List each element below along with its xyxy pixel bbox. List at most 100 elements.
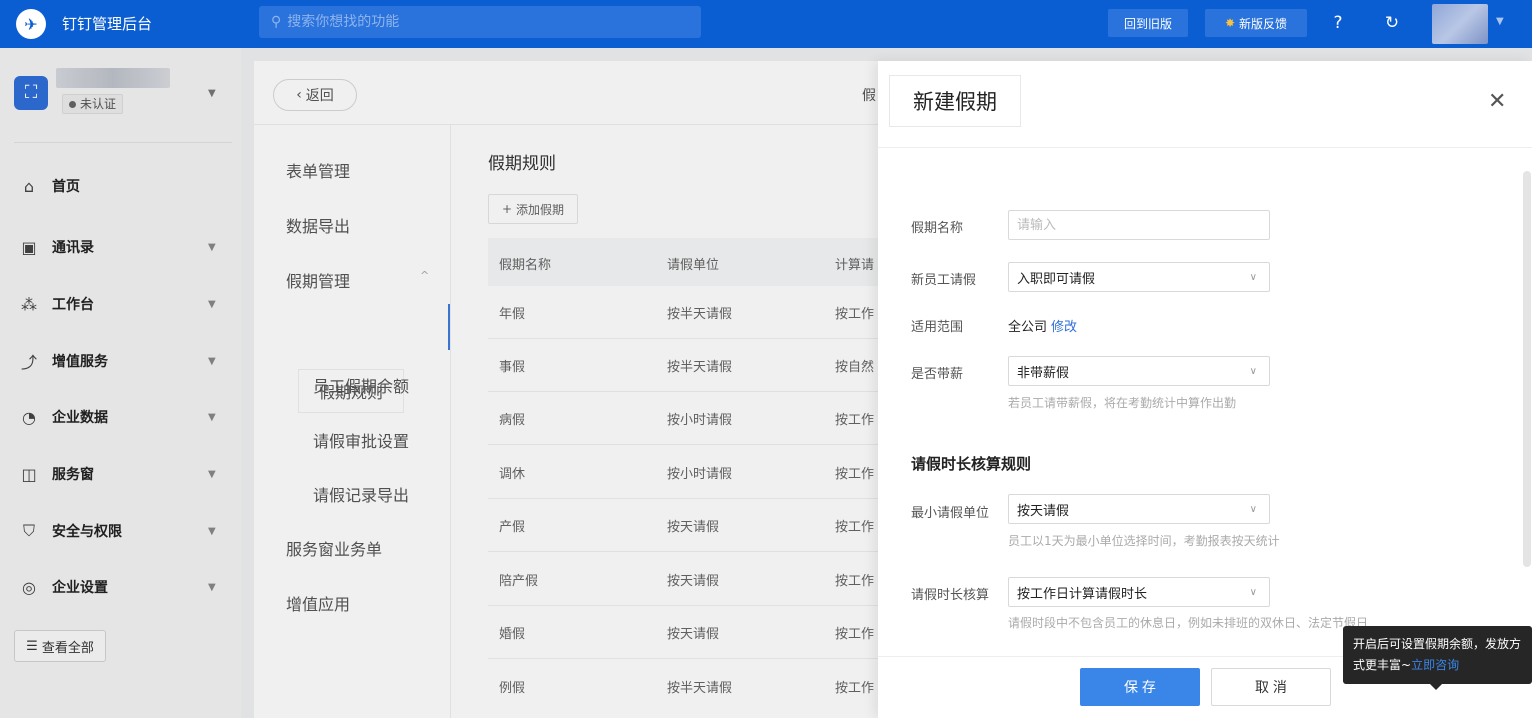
sidebar-item-service-window[interactable]: ◫ 服务窗 ▼ bbox=[0, 454, 241, 494]
sidebar-item-workbench[interactable]: ⁂ 工作台 ▼ bbox=[0, 284, 241, 324]
divider bbox=[14, 142, 232, 143]
new-hire-label: 新员工请假 bbox=[911, 273, 977, 288]
chevron-down-icon: ▼ bbox=[208, 468, 216, 480]
new-hire-select[interactable]: 入职即可请假 ∨ bbox=[1008, 262, 1270, 292]
table-cell: 例假 bbox=[499, 681, 526, 696]
subnav-value-added-apps[interactable]: 增值应用 bbox=[286, 591, 350, 615]
min-unit-hint: 员工以1天为最小单位选择时间，考勤报表按天统计 bbox=[1008, 534, 1280, 548]
support-icon[interactable]: ↻ bbox=[1380, 11, 1404, 35]
subnav-data-export[interactable]: 数据导出 bbox=[286, 213, 350, 237]
home-icon: ⌂ bbox=[23, 176, 35, 196]
leave-name-input[interactable] bbox=[1008, 210, 1270, 240]
feedback-button[interactable]: ✸ 新版反馈 bbox=[1205, 9, 1307, 37]
paid-value: 非带薪假 bbox=[1017, 365, 1070, 381]
chevron-down-icon: ∨ bbox=[1249, 503, 1257, 515]
tooltip-arrow bbox=[1430, 684, 1442, 690]
table-row[interactable]: 事假 按半天请假 按自然 bbox=[488, 339, 894, 392]
sub-navigation: 表单管理 数据导出 假期管理 ^ 假期规则 员工假期余额 请假审批设置 请假记录… bbox=[254, 125, 451, 718]
table-row[interactable]: 病假 按小时请假 按工作 bbox=[488, 392, 894, 445]
calc-select[interactable]: 按工作日计算请假时长 ∨ bbox=[1008, 577, 1270, 607]
min-unit-select[interactable]: 按天请假 ∨ bbox=[1008, 494, 1270, 524]
search-input[interactable] bbox=[287, 14, 668, 30]
scope-edit-link[interactable]: 修改 bbox=[1051, 320, 1077, 335]
min-unit-value: 按天请假 bbox=[1017, 503, 1070, 519]
table-cell: 按工作 bbox=[835, 467, 875, 482]
table-cell: 按小时请假 bbox=[667, 413, 733, 428]
table-row[interactable]: 婚假 按天请假 按工作 bbox=[488, 606, 894, 659]
table-cell: 陪产假 bbox=[499, 574, 539, 589]
chevron-left-icon: ‹ bbox=[296, 87, 302, 103]
shield-icon: ⛉ bbox=[22, 521, 35, 540]
new-leave-drawer: 新建假期 ✕ 假期名称 新员工请假 入职即可请假 ∨ 适用范围 全公司修改 是否… bbox=[878, 61, 1532, 718]
table-cell: 按天请假 bbox=[667, 520, 720, 535]
sidebar-item-value-added[interactable]: ⤴ 增值服务 ▼ bbox=[0, 341, 241, 381]
table-row[interactable]: 调休 按小时请假 按工作 bbox=[488, 446, 894, 499]
sidebar-item-settings[interactable]: ◎ 企业设置 ▼ bbox=[0, 567, 241, 607]
save-button[interactable]: 保 存 bbox=[1080, 668, 1200, 706]
plus-icon: + bbox=[501, 202, 513, 216]
dingtalk-logo-icon[interactable]: ✈ bbox=[16, 9, 46, 39]
upgrade-tooltip: 开启后可设置假期余额，发放方式更丰富~立即咨询 bbox=[1343, 626, 1532, 684]
chevron-down-icon[interactable]: ▼ bbox=[1496, 16, 1504, 27]
table-cell: 按天请假 bbox=[667, 574, 720, 589]
table-cell: 按工作 bbox=[835, 520, 875, 535]
chevron-up-icon[interactable]: ^ bbox=[420, 269, 429, 282]
top-bar: ✈ 钉钉管理后台 ⚲ 回到旧版 ✸ 新版反馈 ? ↻ ▼ bbox=[0, 0, 1532, 48]
table-cell: 按工作 bbox=[835, 413, 875, 428]
subnav-leave-management[interactable]: 假期管理 bbox=[286, 268, 350, 292]
search-box[interactable]: ⚲ bbox=[259, 6, 701, 38]
column-header: 计算请 bbox=[835, 258, 875, 273]
sidebar: ⛶ 未认证 ▼ ⌂ 首页 ▣ 通讯录 ▼ ⁂ 工作台 ▼ ⤴ 增值服务 ▼ ◔ … bbox=[0, 48, 241, 718]
sidebar-item-label: 工作台 bbox=[52, 297, 94, 313]
close-icon[interactable]: ✕ bbox=[1488, 89, 1506, 114]
chevron-down-icon: ▼ bbox=[208, 581, 216, 593]
scope-label: 适用范围 bbox=[911, 320, 964, 335]
trend-icon: ⤴ bbox=[20, 353, 37, 372]
star-icon: ✸ bbox=[1224, 16, 1236, 30]
sidebar-item-security[interactable]: ⛉ 安全与权限 ▼ bbox=[0, 511, 241, 551]
table-row[interactable]: 例假 按半天请假 按工作 bbox=[488, 660, 894, 713]
sidebar-item-contacts[interactable]: ▣ 通讯录 ▼ bbox=[0, 227, 241, 267]
subnav-employee-balance[interactable]: 员工假期余额 bbox=[313, 373, 409, 397]
table-cell: 按工作 bbox=[835, 681, 875, 696]
table-cell: 按自然 bbox=[835, 360, 875, 375]
table-row[interactable]: 年假 按半天请假 按工作 bbox=[488, 286, 894, 339]
sidebar-item-label: 服务窗 bbox=[52, 467, 94, 483]
scrollbar[interactable] bbox=[1523, 171, 1531, 567]
table-cell: 调休 bbox=[499, 467, 526, 482]
subnav-form-management[interactable]: 表单管理 bbox=[286, 158, 350, 182]
sidebar-item-label: 增值服务 bbox=[52, 354, 108, 370]
chevron-down-icon[interactable]: ▼ bbox=[208, 88, 216, 99]
back-label: 返回 bbox=[305, 88, 334, 104]
sidebar-item-label: 安全与权限 bbox=[52, 524, 122, 540]
table-cell: 年假 bbox=[499, 307, 526, 322]
divider bbox=[878, 147, 1532, 148]
table-row[interactable]: 陪产假 按天请假 按工作 bbox=[488, 553, 894, 606]
sidebar-item-home[interactable]: ⌂ 首页 bbox=[0, 166, 241, 206]
column-header: 假期名称 bbox=[499, 258, 552, 273]
chevron-down-icon: ▼ bbox=[208, 241, 216, 253]
leave-name-label: 假期名称 bbox=[911, 221, 964, 236]
paid-label: 是否带薪 bbox=[911, 367, 964, 382]
cancel-button[interactable]: 取 消 bbox=[1211, 668, 1331, 706]
view-all-button[interactable]: ☰ 查看全部 bbox=[14, 630, 106, 662]
table-cell: 按半天请假 bbox=[667, 681, 733, 696]
add-leave-button[interactable]: + 添加假期 bbox=[488, 194, 578, 224]
sidebar-item-enterprise-data[interactable]: ◔ 企业数据 ▼ bbox=[0, 397, 241, 437]
sidebar-item-label: 通讯录 bbox=[52, 240, 94, 256]
org-status-badge: 未认证 bbox=[62, 94, 124, 114]
org-name-blurred[interactable] bbox=[56, 68, 170, 88]
subnav-leave-records-export[interactable]: 请假记录导出 bbox=[313, 482, 409, 506]
old-version-button[interactable]: 回到旧版 bbox=[1108, 9, 1188, 37]
table-row[interactable]: 产假 按天请假 按工作 bbox=[488, 499, 894, 552]
tooltip-consult-link[interactable]: 立即咨询 bbox=[1411, 658, 1459, 672]
subnav-approval-settings[interactable]: 请假审批设置 bbox=[313, 428, 409, 452]
back-button[interactable]: ‹ 返回 bbox=[273, 79, 357, 111]
paid-select[interactable]: 非带薪假 ∨ bbox=[1008, 356, 1270, 386]
main-panel: ‹ 返回 假 表单管理 数据导出 假期管理 ^ 假期规则 员工假期余额 请假审批… bbox=[254, 61, 894, 718]
section-title: 假期规则 bbox=[488, 154, 556, 174]
table-cell: 按工作 bbox=[835, 307, 875, 322]
subnav-service-orders[interactable]: 服务窗业务单 bbox=[286, 536, 382, 560]
user-avatar[interactable] bbox=[1432, 4, 1488, 44]
help-icon[interactable]: ? bbox=[1326, 11, 1350, 35]
